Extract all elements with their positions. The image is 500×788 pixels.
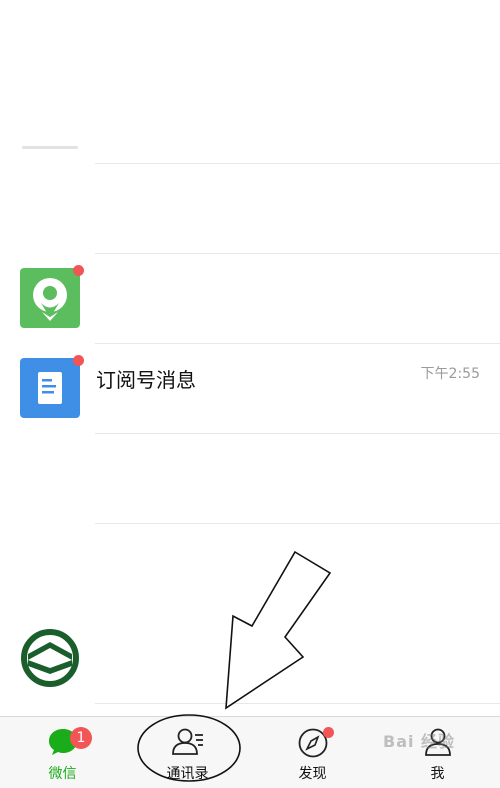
new-moments-dot <box>323 727 334 738</box>
chat-row[interactable] <box>0 164 500 254</box>
tab-label: 微信 <box>48 766 77 782</box>
chat-title: 订阅号消息 <box>96 368 196 392</box>
divider <box>95 703 500 704</box>
app-avatar <box>20 268 80 328</box>
tab-bar: 1 微信 通讯录 发现 我 <box>0 716 500 788</box>
unread-count-badge: 1 <box>70 727 92 749</box>
location-pin-icon <box>33 278 67 321</box>
chat-row[interactable] <box>0 254 500 344</box>
chat-row[interactable] <box>0 60 500 150</box>
unread-dot <box>73 355 84 366</box>
chat-row[interactable] <box>0 434 500 524</box>
chat-row[interactable] <box>0 614 500 704</box>
green-circle-logo-icon <box>21 629 79 687</box>
chat-row[interactable] <box>0 524 500 614</box>
chat-list: 订阅号消息 下午2:55 <box>0 0 500 716</box>
tab-discover[interactable]: 发现 <box>250 717 375 788</box>
tab-contacts[interactable]: 通讯录 <box>125 717 250 788</box>
tab-chats[interactable]: 1 微信 <box>0 717 125 788</box>
chat-time: 下午2:55 <box>420 366 480 382</box>
tab-label: 发现 <box>298 766 327 782</box>
tab-label: 通讯录 <box>166 766 209 782</box>
watermark: Bai 经验 <box>383 732 456 751</box>
subscription-avatar <box>20 358 80 418</box>
contacts-icon <box>172 728 203 755</box>
tab-label: 我 <box>430 766 445 782</box>
document-icon <box>38 372 62 404</box>
chat-row-subscriptions[interactable]: 订阅号消息 下午2:55 <box>0 344 500 434</box>
avatar-placeholder <box>22 146 78 149</box>
unread-dot <box>73 265 84 276</box>
